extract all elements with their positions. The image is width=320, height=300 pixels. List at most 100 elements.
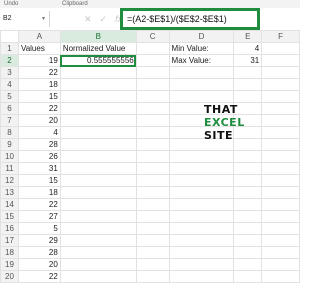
- cell-d19[interactable]: [168, 258, 235, 271]
- cell-e18[interactable]: [233, 246, 263, 259]
- cell-a18[interactable]: 28: [17, 246, 61, 259]
- cell-c15[interactable]: [135, 210, 170, 223]
- cell-c17[interactable]: [135, 234, 170, 247]
- cell-b8[interactable]: [59, 126, 137, 139]
- cell-c16[interactable]: [135, 222, 170, 235]
- row-header[interactable]: 7: [0, 114, 19, 127]
- cell-a13[interactable]: 18: [17, 186, 61, 199]
- column-header-d[interactable]: D: [168, 30, 235, 43]
- cell-e11[interactable]: [233, 162, 263, 175]
- cell-b5[interactable]: [59, 90, 137, 103]
- row-header[interactable]: 20: [0, 270, 19, 283]
- cell-b19[interactable]: [59, 258, 137, 271]
- cell-c11[interactable]: [135, 162, 170, 175]
- cell-d3[interactable]: [168, 66, 235, 79]
- cell-a5[interactable]: 15: [17, 90, 61, 103]
- cell-c14[interactable]: [135, 198, 170, 211]
- cell-e20[interactable]: [233, 270, 263, 283]
- cell-a2[interactable]: 19: [17, 54, 61, 67]
- cell-a11[interactable]: 31: [17, 162, 61, 175]
- cell-f12[interactable]: [261, 174, 300, 187]
- cell-b3[interactable]: [59, 66, 137, 79]
- cell-c19[interactable]: [135, 258, 170, 271]
- cell-c5[interactable]: [135, 90, 170, 103]
- cell-b6[interactable]: [59, 102, 137, 115]
- close-icon[interactable]: ✕: [84, 14, 92, 24]
- cell-e3[interactable]: [233, 66, 263, 79]
- cell-a9[interactable]: 28: [17, 138, 61, 151]
- cell-a12[interactable]: 15: [17, 174, 61, 187]
- cell-f10[interactable]: [261, 150, 300, 163]
- cell-b11[interactable]: [59, 162, 137, 175]
- cell-f20[interactable]: [261, 270, 300, 283]
- cell-a17[interactable]: 29: [17, 234, 61, 247]
- cell-d16[interactable]: [168, 222, 235, 235]
- cell-d10[interactable]: [168, 150, 235, 163]
- row-header[interactable]: 14: [0, 198, 19, 211]
- cell-b4[interactable]: [59, 78, 137, 91]
- cell-c18[interactable]: [135, 246, 170, 259]
- row-header[interactable]: 15: [0, 210, 19, 223]
- cell-b13[interactable]: [59, 186, 137, 199]
- row-header[interactable]: 17: [0, 234, 19, 247]
- cell-c9[interactable]: [135, 138, 170, 151]
- cell-e19[interactable]: [233, 258, 263, 271]
- column-header-c[interactable]: C: [135, 30, 170, 43]
- cell-d1[interactable]: Min Value:: [168, 42, 235, 55]
- cell-e5[interactable]: [233, 90, 263, 103]
- cell-b20[interactable]: [59, 270, 137, 283]
- row-header[interactable]: 18: [0, 246, 19, 259]
- formula-input[interactable]: =(A2-$E$1)/($E$2-$E$1): [120, 8, 260, 30]
- cell-b2[interactable]: 0.555555556: [59, 54, 137, 67]
- cell-f16[interactable]: [261, 222, 300, 235]
- row-header[interactable]: 4: [0, 78, 19, 91]
- cell-f3[interactable]: [261, 66, 300, 79]
- clipboard-label[interactable]: Clipboard: [62, 0, 88, 8]
- cell-b14[interactable]: [59, 198, 137, 211]
- cell-e2[interactable]: 31: [233, 54, 263, 67]
- cell-d18[interactable]: [168, 246, 235, 259]
- cell-a16[interactable]: 5: [17, 222, 61, 235]
- cell-d15[interactable]: [168, 210, 235, 223]
- cell-e14[interactable]: [233, 198, 263, 211]
- column-header-a[interactable]: A: [17, 30, 61, 43]
- cell-a10[interactable]: 26: [17, 150, 61, 163]
- cell-c7[interactable]: [135, 114, 170, 127]
- cell-a3[interactable]: 22: [17, 66, 61, 79]
- cell-a7[interactable]: 20: [17, 114, 61, 127]
- cell-c1[interactable]: [135, 42, 170, 55]
- cell-d2[interactable]: Max Value:: [168, 54, 235, 67]
- cell-f7[interactable]: [261, 114, 300, 127]
- column-header-b[interactable]: B: [59, 30, 137, 43]
- cell-f9[interactable]: [261, 138, 300, 151]
- cell-e16[interactable]: [233, 222, 263, 235]
- cell-f13[interactable]: [261, 186, 300, 199]
- cell-b18[interactable]: [59, 246, 137, 259]
- undo-label[interactable]: Undo: [4, 0, 18, 8]
- cell-a8[interactable]: 4: [17, 126, 61, 139]
- cell-c3[interactable]: [135, 66, 170, 79]
- row-header[interactable]: 10: [0, 150, 19, 163]
- cell-a19[interactable]: 20: [17, 258, 61, 271]
- cell-f5[interactable]: [261, 90, 300, 103]
- cell-d17[interactable]: [168, 234, 235, 247]
- row-header[interactable]: 2: [0, 54, 19, 67]
- column-header-e[interactable]: E: [233, 30, 263, 43]
- select-all-corner[interactable]: [0, 30, 19, 43]
- cell-c2[interactable]: [135, 54, 170, 67]
- cell-e1[interactable]: 4: [233, 42, 263, 55]
- cell-e4[interactable]: [233, 78, 263, 91]
- row-header[interactable]: 5: [0, 90, 19, 103]
- cell-a14[interactable]: 22: [17, 198, 61, 211]
- row-header[interactable]: 11: [0, 162, 19, 175]
- cell-d5[interactable]: [168, 90, 235, 103]
- cell-e13[interactable]: [233, 186, 263, 199]
- cell-b12[interactable]: [59, 174, 137, 187]
- cell-c13[interactable]: [135, 186, 170, 199]
- cell-f15[interactable]: [261, 210, 300, 223]
- cell-a4[interactable]: 18: [17, 78, 61, 91]
- cell-d14[interactable]: [168, 198, 235, 211]
- cell-e15[interactable]: [233, 210, 263, 223]
- cell-d12[interactable]: [168, 174, 235, 187]
- cell-a15[interactable]: 27: [17, 210, 61, 223]
